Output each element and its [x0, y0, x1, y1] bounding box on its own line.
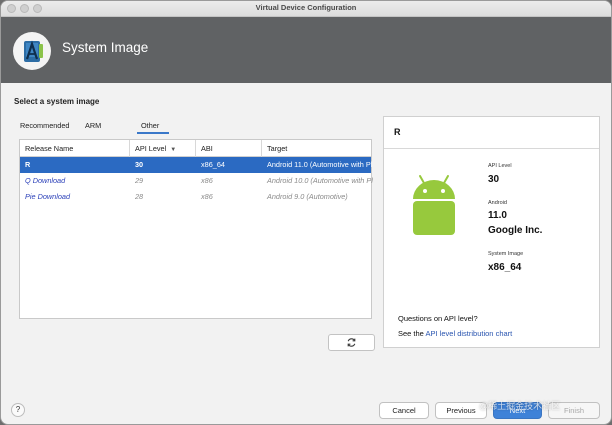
system-image-value: x86_64 — [488, 262, 522, 273]
next-button[interactable]: Next — [493, 402, 542, 419]
table-row[interactable]: Q Download 29 x86 Android 10.0 (Automoti… — [20, 173, 373, 189]
android-studio-logo-icon — [13, 32, 51, 70]
download-link[interactable]: Download — [38, 192, 70, 201]
finish-button[interactable]: Finish — [548, 402, 600, 419]
api-question-text: Questions on API level? — [398, 314, 478, 323]
column-label: Target — [267, 144, 288, 153]
see-prefix: See the — [398, 329, 426, 338]
target-cell: Android 11.0 (Automotive with Play Store… — [267, 160, 373, 169]
tab-other-images[interactable]: Other Images — [137, 118, 169, 146]
column-label: Release Name — [25, 144, 74, 153]
api-level-cell: 28 — [135, 192, 144, 201]
column-target[interactable]: Target — [262, 140, 373, 157]
tab-arm-images[interactable]: ARM Images — [85, 118, 109, 146]
api-level-cell: 29 — [135, 176, 144, 185]
release-name-cell: R — [25, 160, 31, 169]
page-title: System Image — [62, 40, 149, 55]
abi-cell: x86 — [201, 176, 213, 185]
previous-button[interactable]: Previous — [435, 402, 487, 419]
release-name: Q — [25, 176, 31, 185]
help-button[interactable]: ? — [11, 403, 25, 417]
virtual-device-window: Virtual Device Configuration System Imag… — [0, 0, 612, 425]
tab-recommended[interactable]: Recommended — [20, 118, 69, 134]
column-release-name[interactable]: Release Name — [20, 140, 130, 157]
column-label: ABI — [201, 144, 213, 153]
table-row[interactable]: Pie Download 28 x86 Android 9.0 (Automot… — [20, 189, 371, 205]
refresh-button[interactable] — [328, 334, 375, 351]
android-robot-icon — [413, 175, 455, 235]
column-api-level[interactable]: API Level ▼ — [130, 140, 196, 157]
api-help-text: See the API level distribution chart — [398, 329, 512, 338]
release-name: Pie — [25, 192, 36, 201]
window-title: Virtual Device Configuration — [255, 3, 357, 12]
wizard-header: System Image — [1, 17, 611, 83]
api-level-cell: 30 — [135, 160, 144, 169]
download-link[interactable]: Download — [33, 176, 65, 185]
release-name-cell: Q Download — [20, 173, 130, 189]
api-level-value: 30 — [488, 174, 500, 185]
android-version-value: 11.0 — [488, 210, 507, 221]
api-distribution-link[interactable]: API level distribution chart — [426, 329, 513, 338]
cancel-button[interactable]: Cancel — [379, 402, 429, 419]
window-titlebar: Virtual Device Configuration — [1, 1, 611, 17]
column-label: API Level — [135, 144, 167, 153]
android-label: Android — [488, 200, 507, 206]
image-details-panel: R API Level 30 Android 11.0 Google Inc. … — [383, 116, 600, 348]
table-row[interactable]: R 30 x86_64 Android 11.0 (Automotive wit… — [20, 157, 373, 173]
abi-cell: x86 — [201, 192, 213, 201]
system-image-label: System Image — [488, 251, 524, 257]
api-level-label: API Level — [488, 163, 512, 169]
vendor-value: Google Inc. — [488, 225, 543, 236]
column-abi[interactable]: ABI — [196, 140, 262, 157]
details-title: R — [384, 117, 599, 149]
system-image-table: Release Name API Level ▼ ABI Target R 30 … — [19, 139, 373, 319]
table-header: Release Name API Level ▼ ABI Target — [20, 140, 371, 157]
section-subtitle: Select a system image — [14, 97, 100, 106]
target-cell: Android 9.0 (Automotive) — [267, 192, 348, 201]
target-cell: Android 10.0 (Automotive with Play Store… — [267, 176, 373, 185]
release-name-cell: Pie Download — [20, 189, 130, 205]
abi-cell: x86_64 — [201, 160, 225, 169]
refresh-icon — [347, 338, 356, 347]
